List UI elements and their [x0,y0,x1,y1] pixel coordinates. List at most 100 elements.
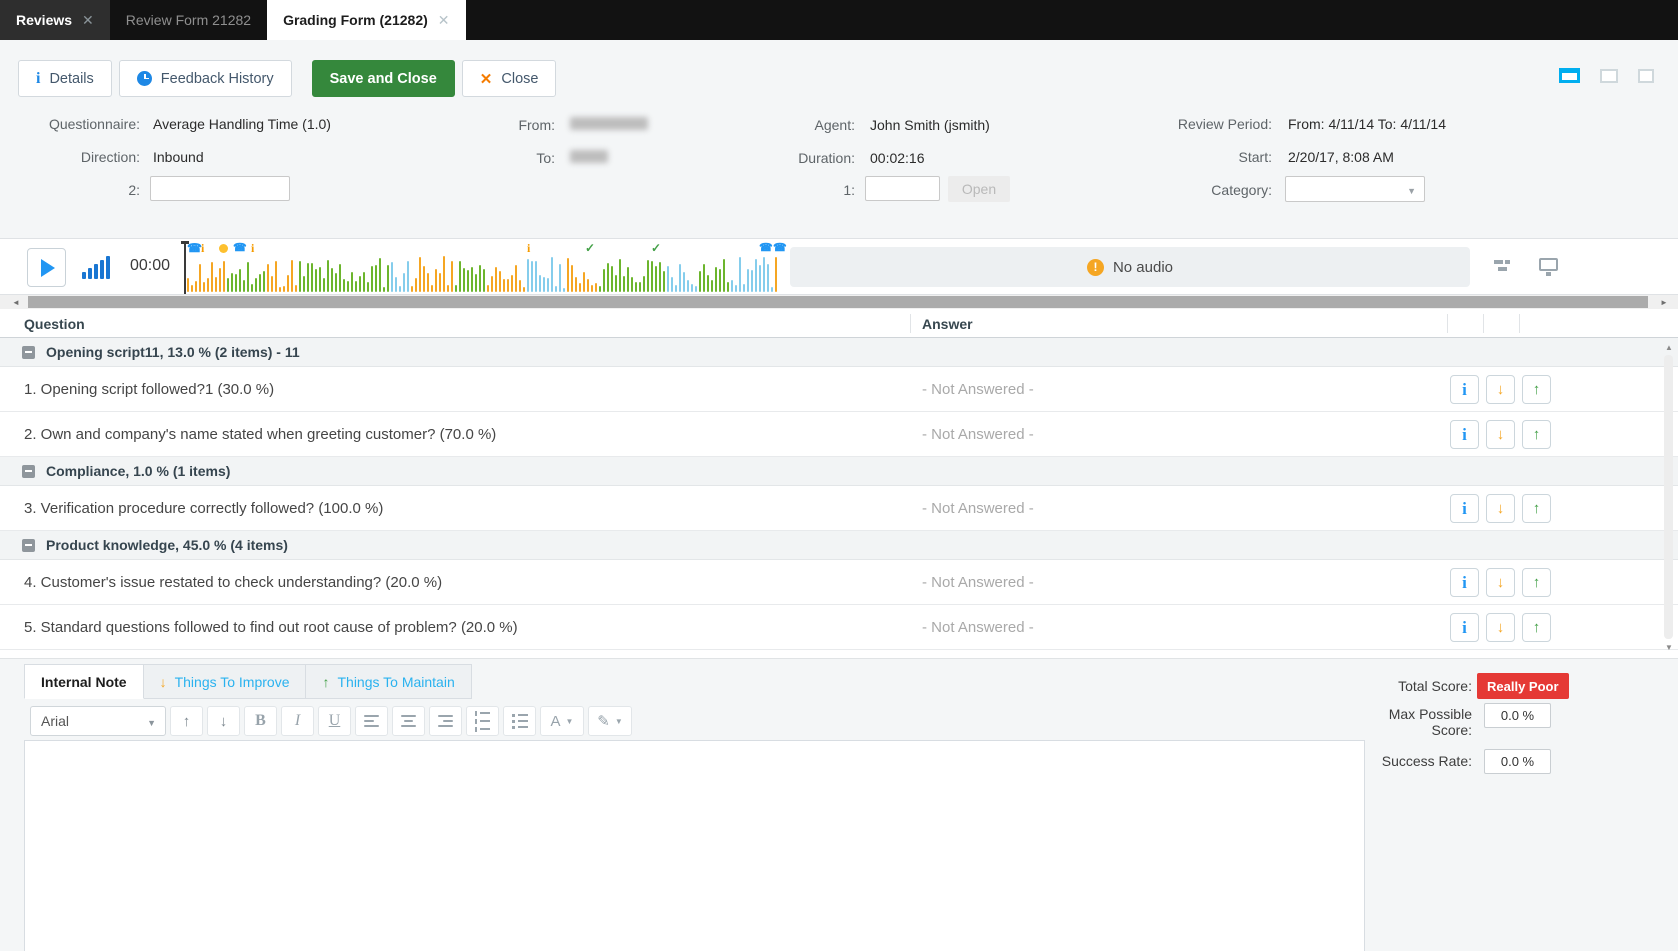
phone-marker-icon[interactable]: ☎ [233,242,247,255]
note-text-area[interactable] [24,740,1365,951]
scrollbar-thumb[interactable] [28,296,1648,308]
collapse-group-icon[interactable] [22,346,35,359]
ordered-list-button[interactable] [466,706,499,736]
field2-label: 2: [0,182,140,198]
phone-marker-icon[interactable]: ☎ [773,242,787,255]
group-header-row[interactable]: Compliance, 1.0 % (1 items) [0,457,1678,486]
timeline-horizontal-scrollbar[interactable]: ◄ ► [0,295,1678,309]
collapse-group-icon[interactable] [22,465,35,478]
layout-maximize-icon[interactable] [1638,69,1654,83]
bulb-marker-icon[interactable] [219,244,228,253]
scroll-down-icon[interactable]: ▼ [1662,641,1676,653]
action-toolbar: i Details Feedback History Save and Clos… [18,60,556,97]
move-down-button[interactable]: ↓ [207,706,240,736]
review-metadata: Questionnaire: Average Handling Time (1.… [0,110,1678,238]
pin-marker-icon[interactable]: ☎ [187,242,202,255]
move-up-button[interactable]: ↑ [170,706,203,736]
feedback-history-button[interactable]: Feedback History [119,60,292,97]
question-row: 5. Standard questions followed to find o… [0,605,1678,650]
channels-icon[interactable] [1494,260,1512,274]
details-button[interactable]: i Details [18,60,112,97]
success-rate-input[interactable] [1484,749,1551,774]
waveform[interactable]: ☎i☎ii✓✓☎☎ [185,241,785,294]
layout-controls [1559,68,1654,83]
tab-internal-note[interactable]: Internal Note [24,664,144,699]
question-info-button[interactable]: i [1450,375,1479,404]
question-text: 4. Customer's issue restated to check un… [24,574,442,591]
question-info-button[interactable]: i [1450,420,1479,449]
mark-improve-button[interactable]: ↓ [1486,375,1515,404]
editor-toolbar: Arial ▼ ↑ ↓ B I U A▼ ✎▼ [30,706,632,736]
layout-horizontal-icon[interactable] [1559,68,1580,83]
save-and-close-label: Save and Close [330,71,437,87]
align-center-button[interactable] [392,706,425,736]
font-color-button[interactable]: A▼ [540,706,584,736]
note-tabs: Internal Note ↓ Things To Improve ↑ Thin… [24,664,472,699]
tab-review-form[interactable]: Review Form 21282 [110,0,267,40]
mark-improve-button[interactable]: ↓ [1486,613,1515,642]
tab-reviews[interactable]: Reviews ✕ [0,0,110,40]
to-value-redacted [570,150,608,163]
no-audio-banner: ! No audio [790,247,1470,287]
check-marker-icon[interactable]: ✓ [585,242,595,255]
highlight-button[interactable]: ✎▼ [588,706,632,736]
info-marker-icon[interactable]: i [201,242,204,255]
volume-icon[interactable] [82,255,110,279]
close-tab-icon[interactable]: ✕ [438,12,450,29]
layout-window-icon[interactable] [1600,69,1618,83]
bullet-list-button[interactable] [503,706,536,736]
info-marker-icon[interactable]: i [527,242,530,255]
direction-value: Inbound [153,149,204,165]
category-label: Category: [1080,182,1272,198]
tab-label: Things To Maintain [337,674,454,690]
table-vertical-scrollbar[interactable]: ▲ ▼ [1662,341,1676,653]
italic-button[interactable]: I [281,706,314,736]
question-info-button[interactable]: i [1450,613,1479,642]
question-info-button[interactable]: i [1450,494,1479,523]
mark-maintain-button[interactable]: ↑ [1522,375,1551,404]
check-marker-icon[interactable]: ✓ [651,242,661,255]
tab-things-to-improve[interactable]: ↓ Things To Improve [144,664,307,699]
tab-label: Grading Form (21282) [283,12,428,28]
tab-grading-form[interactable]: Grading Form (21282) ✕ [267,0,465,40]
font-family-select[interactable]: Arial ▼ [30,706,166,736]
underline-button[interactable]: U [318,706,351,736]
question-info-button[interactable]: i [1450,568,1479,597]
mark-maintain-button[interactable]: ↑ [1522,613,1551,642]
field2-input[interactable] [150,176,290,201]
mark-maintain-button[interactable]: ↑ [1522,568,1551,597]
scrollbar-thumb[interactable] [1664,355,1673,639]
playhead-cursor[interactable] [184,241,186,294]
bold-button[interactable]: B [244,706,277,736]
screen-icon[interactable] [1539,258,1558,271]
phone-marker-icon[interactable]: ☎ [759,242,773,255]
category-select[interactable]: ▼ [1285,176,1425,202]
align-left-icon [364,715,379,727]
collapse-group-icon[interactable] [22,539,35,552]
align-right-button[interactable] [429,706,462,736]
arrow-down-icon: ↓ [160,674,167,690]
close-tab-icon[interactable]: ✕ [82,12,94,29]
scroll-left-icon[interactable]: ◄ [8,295,24,309]
mark-maintain-button[interactable]: ↑ [1522,420,1551,449]
clock-icon [137,71,152,86]
align-left-button[interactable] [355,706,388,736]
save-and-close-button[interactable]: Save and Close [312,60,455,97]
max-possible-score-input[interactable] [1484,703,1551,728]
open-button[interactable]: Open [948,176,1010,202]
tab-things-to-maintain[interactable]: ↑ Things To Maintain [306,664,471,699]
play-button[interactable] [27,248,66,287]
mark-improve-button[interactable]: ↓ [1486,420,1515,449]
scroll-right-icon[interactable]: ► [1656,295,1672,309]
question-text: 3. Verification procedure correctly foll… [24,500,383,517]
group-header-row[interactable]: Product knowledge, 45.0 % (4 items) [0,531,1678,560]
answer-text: - Not Answered - [922,500,1034,517]
scroll-up-icon[interactable]: ▲ [1662,341,1676,353]
mark-improve-button[interactable]: ↓ [1486,568,1515,597]
group-header-row[interactable]: Opening script11, 13.0 % (2 items) - 11 [0,338,1678,367]
info-marker-icon[interactable]: i [251,242,254,255]
mark-improve-button[interactable]: ↓ [1486,494,1515,523]
mark-maintain-button[interactable]: ↑ [1522,494,1551,523]
field1-input[interactable] [865,176,940,201]
close-button[interactable]: ✕ Close [462,60,557,97]
